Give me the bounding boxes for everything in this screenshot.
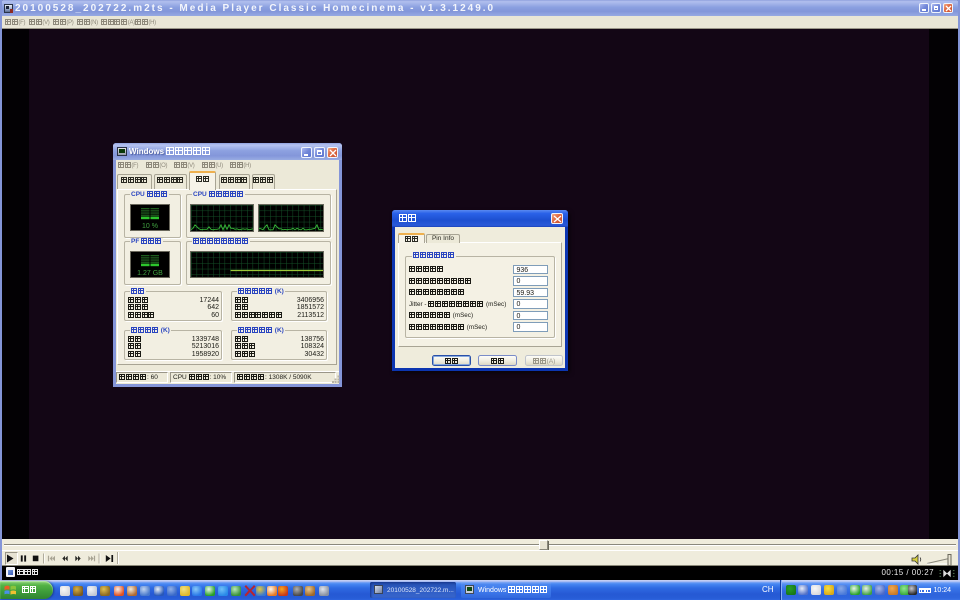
svg-text:10 %: 10 % (142, 223, 158, 230)
svg-text:1.27 GB: 1.27 GB (137, 270, 163, 277)
